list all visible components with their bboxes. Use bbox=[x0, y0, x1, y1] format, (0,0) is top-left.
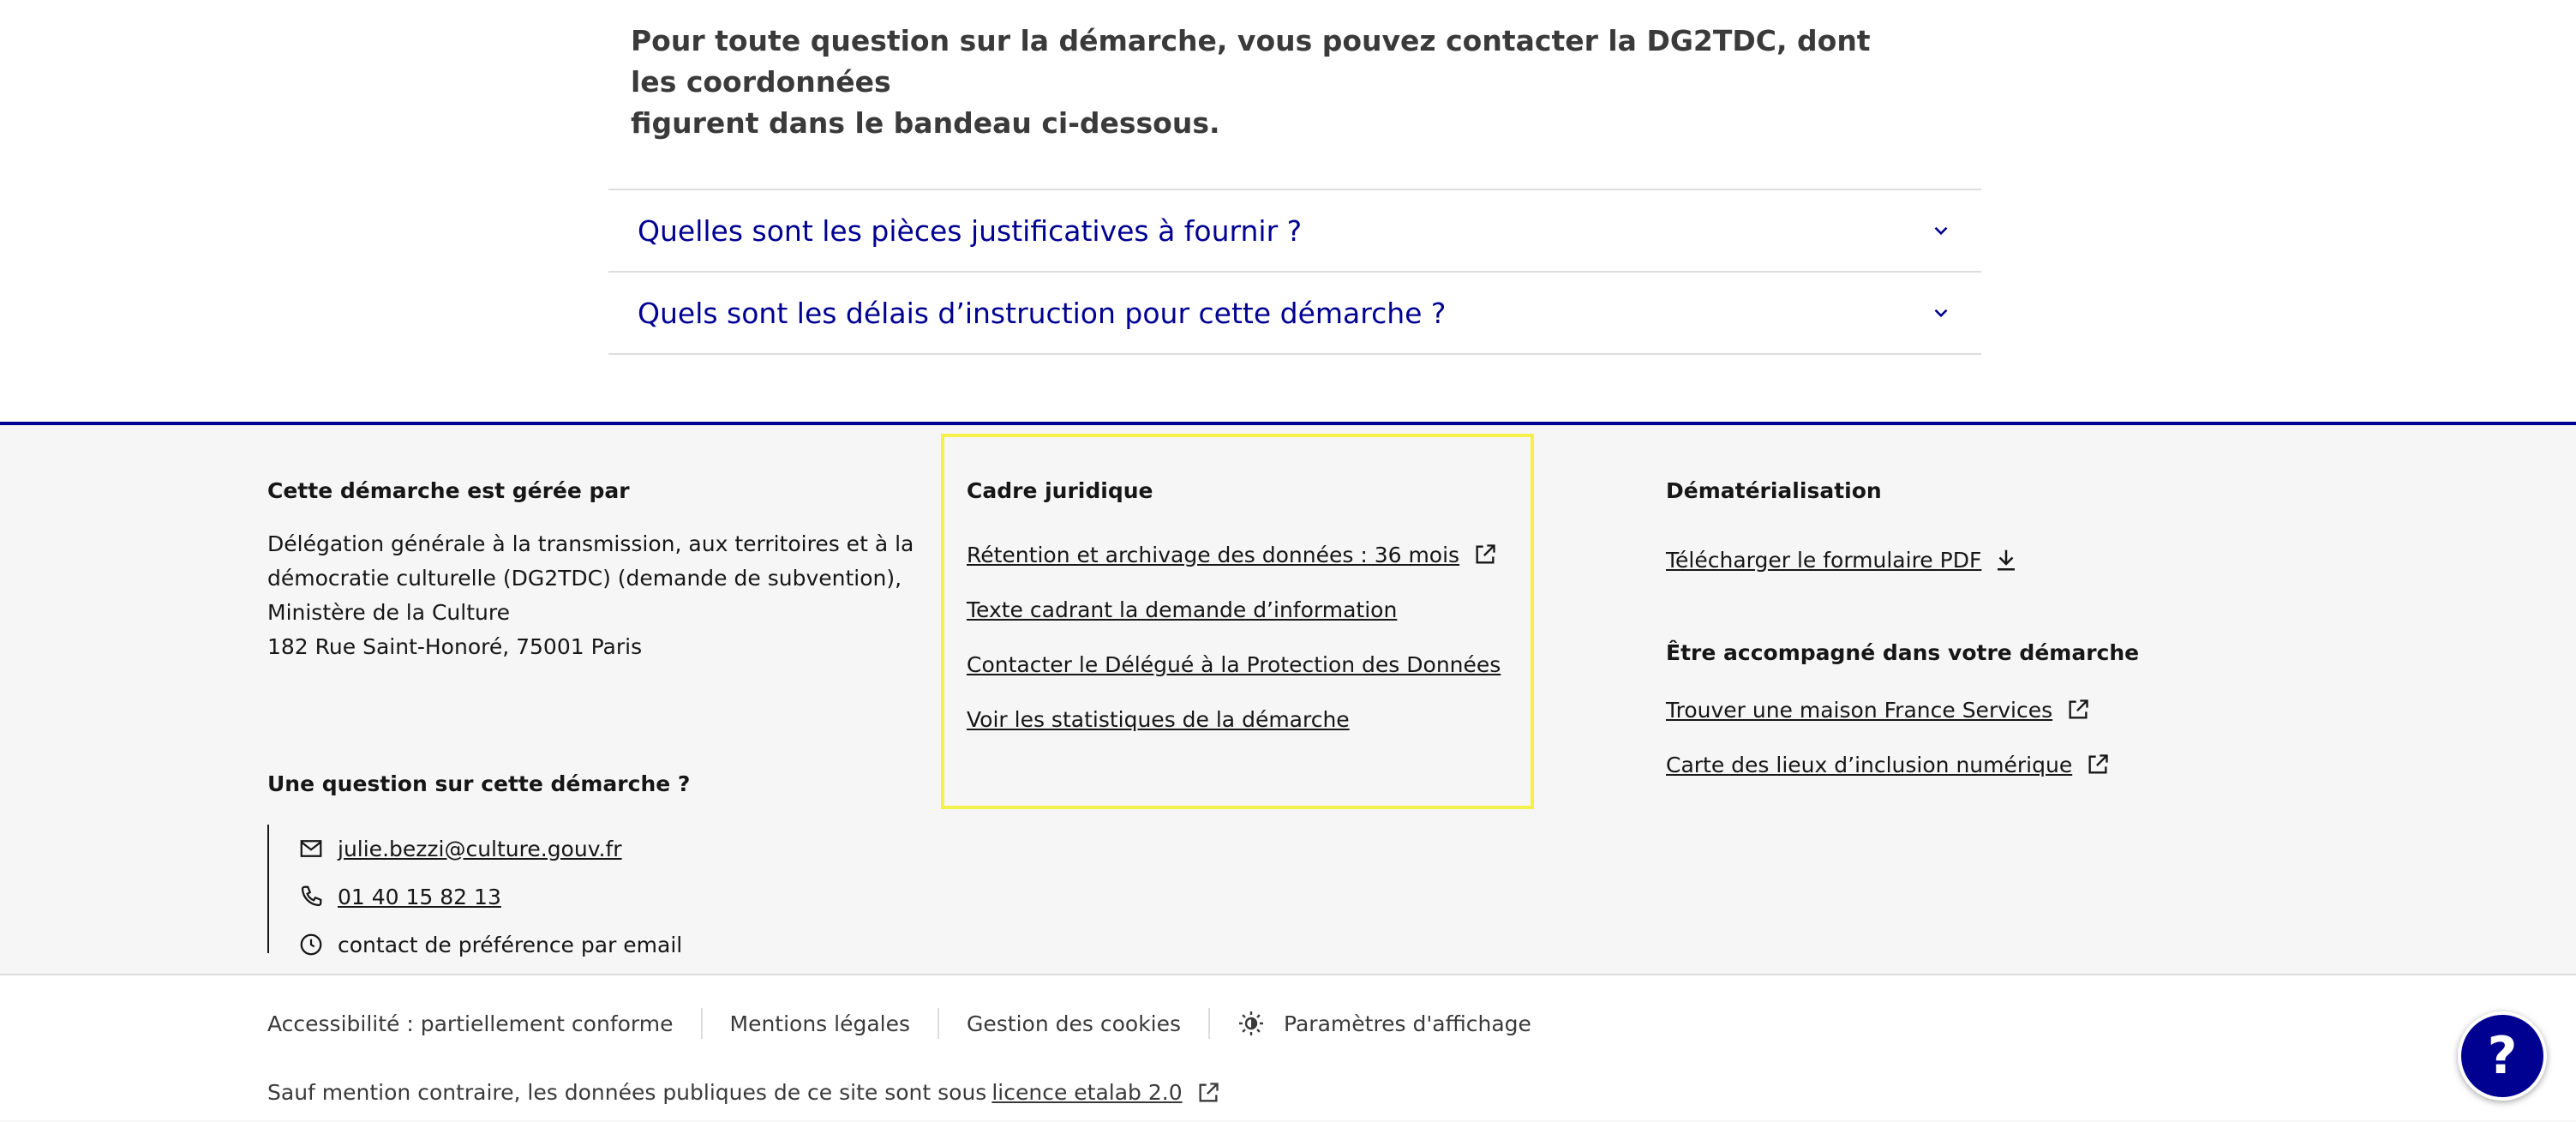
mentions-legales-link[interactable]: Mentions légales bbox=[730, 1011, 911, 1036]
chevron-down-icon bbox=[1934, 309, 1948, 318]
download-icon bbox=[1998, 549, 2016, 571]
help-button[interactable]: ? bbox=[2458, 1011, 2547, 1101]
footer-col-digital: Dématérialisation Télécharger le formula… bbox=[1666, 478, 2266, 792]
hours-text: contact de préférence par email bbox=[338, 932, 683, 957]
download-pdf-link[interactable]: Télécharger le formulaire PDF bbox=[1666, 548, 1981, 573]
divider bbox=[1208, 1008, 1211, 1039]
phone-link[interactable]: 01 40 15 82 13 bbox=[338, 885, 501, 909]
question-title: Une question sur cette démarche ? bbox=[267, 771, 691, 796]
intro-paragraph: Pour toute question sur la démarche, vou… bbox=[631, 21, 1916, 144]
licence-etalab-link[interactable]: licence etalab 2.0 bbox=[991, 1080, 1182, 1105]
footer-col-managed: Cette démarche est gérée par Délégation … bbox=[267, 478, 914, 957]
external-link-icon bbox=[1199, 1082, 1219, 1101]
faq-accordion: Quelles sont les pièces justificatives à… bbox=[608, 189, 1981, 355]
support-title: Être accompagné dans votre démarche bbox=[1666, 640, 2140, 665]
accordion-title: Quelles sont les pièces justificatives à… bbox=[638, 213, 1303, 248]
highlight-frame bbox=[941, 434, 1534, 809]
contact-hours-row: contact de préférence par email bbox=[298, 921, 682, 969]
download-row: Télécharger le formulaire PDF bbox=[1666, 532, 2266, 587]
external-link-icon bbox=[2088, 754, 2108, 774]
license-text: Sauf mention contraire, les données publ… bbox=[267, 1080, 987, 1105]
contact-email-row: julie.bezzi@culture.gouv.fr bbox=[298, 825, 682, 873]
address-line: 182 Rue Saint-Honoré, 75001 Paris bbox=[267, 634, 643, 659]
address-block: Délégation générale à la transmission, a… bbox=[267, 527, 914, 664]
divider bbox=[700, 1008, 703, 1039]
display-settings-button[interactable]: Paramètres d'affichage bbox=[1284, 1011, 1531, 1036]
digital-title: Dématérialisation bbox=[1666, 478, 1882, 503]
intro-line-1: Pour toute question sur la démarche, vou… bbox=[631, 24, 1871, 99]
sun-icon bbox=[1239, 1011, 1264, 1035]
external-link-icon bbox=[2069, 699, 2088, 719]
email-link[interactable]: julie.bezzi@culture.gouv.fr bbox=[338, 837, 622, 861]
chevron-down-icon bbox=[1934, 226, 1948, 236]
license-line: Sauf mention contraire, les données publ… bbox=[267, 1080, 1220, 1105]
download-list: Télécharger le formulaire PDF bbox=[1666, 532, 2266, 587]
france-services-link[interactable]: Trouver une maison France Services bbox=[1666, 698, 2052, 723]
accordion-item-delais[interactable]: Quels sont les délais d’instruction pour… bbox=[608, 273, 1981, 355]
address-line: Délégation générale à la transmission, a… bbox=[267, 531, 914, 556]
divider bbox=[938, 1008, 940, 1039]
accessibility-link[interactable]: Accessibilité : partiellement conforme bbox=[267, 1011, 674, 1036]
phone-icon bbox=[301, 885, 322, 907]
address-line: démocratie culturelle (DG2TDC) (demande … bbox=[267, 566, 902, 591]
address-line: Ministère de la Culture bbox=[267, 600, 510, 625]
cookies-link[interactable]: Gestion des cookies bbox=[967, 1011, 1181, 1036]
contact-list: julie.bezzi@culture.gouv.fr 01 40 15 82 … bbox=[267, 825, 682, 957]
inclusion-link[interactable]: Carte des lieux d’inclusion numérique bbox=[1666, 753, 2072, 777]
footer-bottom-bar: Accessibilité : partiellement conforme M… bbox=[0, 974, 2576, 1120]
contact-phone-row: 01 40 15 82 13 bbox=[298, 873, 682, 921]
managed-title: Cette démarche est gérée par bbox=[267, 478, 630, 503]
mail-icon bbox=[300, 840, 322, 857]
support-link-list: Trouver une maison France Services Carte… bbox=[1666, 682, 2266, 792]
accordion-item-pieces[interactable]: Quelles sont les pièces justificatives à… bbox=[608, 190, 1981, 273]
accordion-title: Quels sont les délais d’instruction pour… bbox=[638, 296, 1447, 330]
bottom-links: Accessibilité : partiellement conforme M… bbox=[267, 1005, 1531, 1042]
intro-line-2: figurent dans le bandeau ci-dessous. bbox=[631, 106, 1220, 140]
support-link-inclusion: Carte des lieux d’inclusion numérique bbox=[1666, 737, 2266, 792]
support-link-france-services: Trouver une maison France Services bbox=[1666, 682, 2266, 737]
clock-icon bbox=[300, 933, 322, 956]
